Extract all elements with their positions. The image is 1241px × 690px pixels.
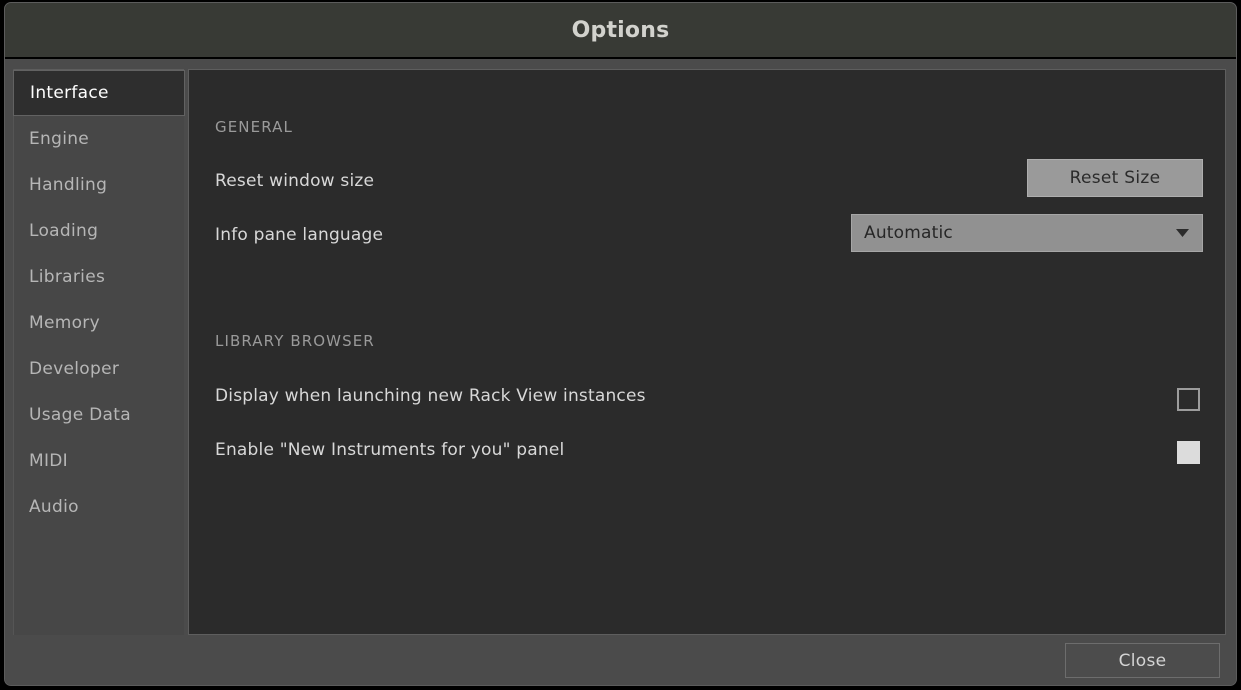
sidebar-item-label: MIDI bbox=[29, 451, 68, 471]
sidebar-item-handling[interactable]: Handling bbox=[14, 162, 184, 208]
checkbox-display-when-launching-rack-view[interactable] bbox=[1177, 388, 1200, 411]
sidebar-item-label: Interface bbox=[30, 83, 109, 103]
options-window: Options Interface Engine Handling Loadin… bbox=[4, 2, 1237, 686]
sidebar-item-engine[interactable]: Engine bbox=[14, 116, 184, 162]
label-display-when-launching-rack-view: Display when launching new Rack View ins… bbox=[215, 386, 646, 406]
window-body: Interface Engine Handling Loading Librar… bbox=[5, 61, 1236, 685]
window-title: Options bbox=[572, 18, 670, 43]
sidebar-item-libraries[interactable]: Libraries bbox=[14, 254, 184, 300]
sidebar-item-memory[interactable]: Memory bbox=[14, 300, 184, 346]
sidebar-item-label: Loading bbox=[29, 221, 98, 241]
window-footer: Close bbox=[5, 635, 1236, 685]
sidebar-item-label: Handling bbox=[29, 175, 107, 195]
sidebar-item-label: Developer bbox=[29, 359, 119, 379]
reset-size-button-label: Reset Size bbox=[1070, 168, 1161, 188]
sidebar-item-midi[interactable]: MIDI bbox=[14, 438, 184, 484]
reset-size-button[interactable]: Reset Size bbox=[1027, 159, 1203, 197]
info-pane-language-dropdown[interactable]: Automatic bbox=[851, 214, 1203, 252]
section-heading-general: GENERAL bbox=[215, 118, 293, 136]
label-reset-window-size: Reset window size bbox=[215, 171, 374, 191]
sidebar-item-loading[interactable]: Loading bbox=[14, 208, 184, 254]
sidebar-item-usage-data[interactable]: Usage Data bbox=[14, 392, 184, 438]
chevron-down-icon bbox=[1168, 229, 1196, 237]
info-pane-language-value: Automatic bbox=[852, 223, 1168, 243]
close-button-label: Close bbox=[1119, 651, 1167, 671]
window-titlebar: Options bbox=[5, 3, 1236, 59]
label-info-pane-language: Info pane language bbox=[215, 225, 383, 245]
section-heading-library-browser: LIBRARY BROWSER bbox=[215, 332, 375, 350]
checkbox-enable-new-instruments-panel[interactable] bbox=[1177, 441, 1200, 464]
sidebar-item-label: Memory bbox=[29, 313, 100, 333]
close-button[interactable]: Close bbox=[1065, 643, 1220, 678]
label-enable-new-instruments-panel: Enable "New Instruments for you" panel bbox=[215, 440, 564, 460]
sidebar-item-audio[interactable]: Audio bbox=[14, 484, 184, 530]
sidebar-item-label: Audio bbox=[29, 497, 79, 517]
sidebar-item-interface[interactable]: Interface bbox=[13, 70, 185, 116]
sidebar-item-label: Usage Data bbox=[29, 405, 131, 425]
settings-content-panel: GENERAL Reset window size Reset Size Inf… bbox=[188, 69, 1226, 635]
sidebar-item-developer[interactable]: Developer bbox=[14, 346, 184, 392]
sidebar-item-label: Engine bbox=[29, 129, 89, 149]
sidebar-item-label: Libraries bbox=[29, 267, 105, 287]
settings-sidebar: Interface Engine Handling Loading Librar… bbox=[13, 69, 184, 635]
